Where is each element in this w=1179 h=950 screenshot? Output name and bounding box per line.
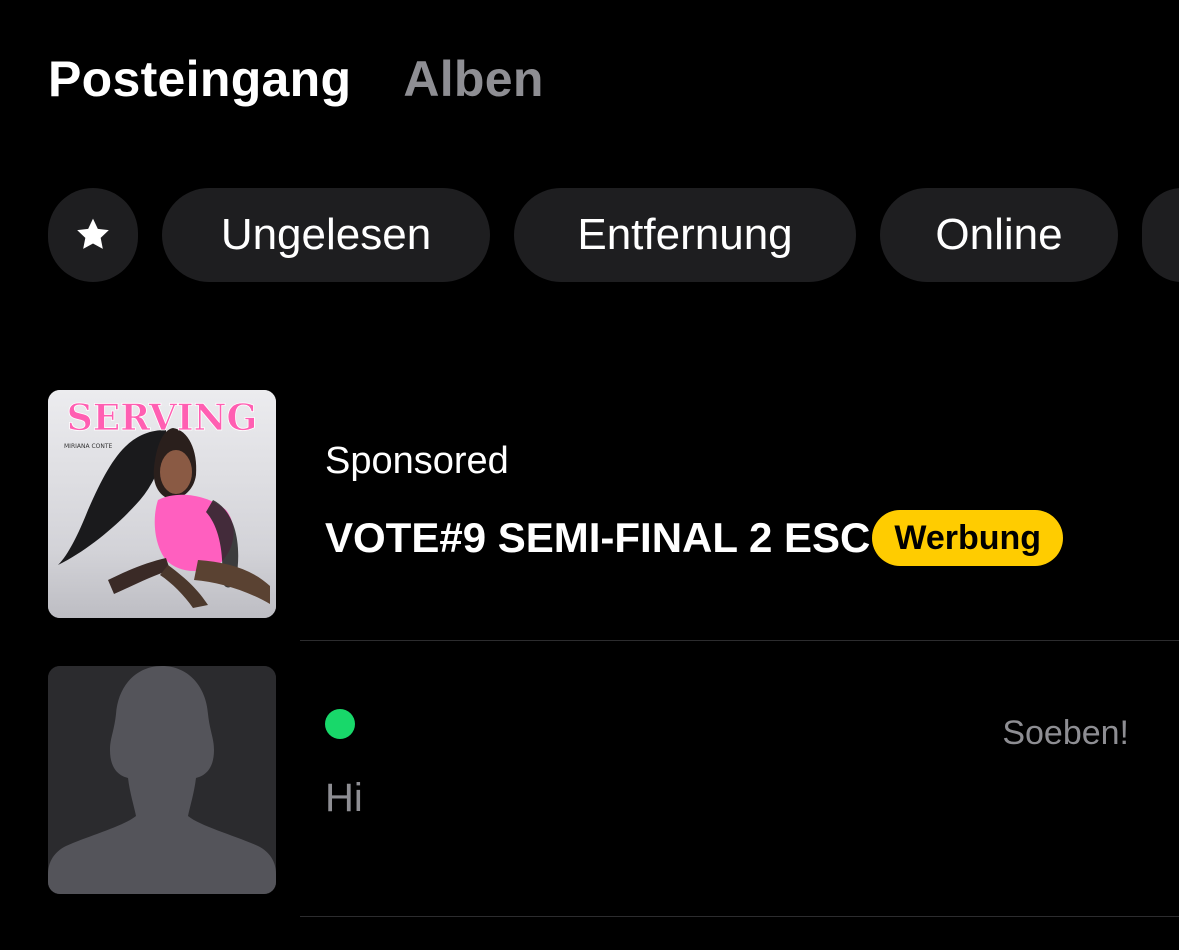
filter-chips: Ungelesen Entfernung Online — [48, 188, 1179, 282]
ad-title: VOTE#9 SEMI-FINAL 2 ESC — [325, 514, 871, 561]
filter-distance-chip[interactable]: Entfernung — [514, 188, 856, 282]
star-icon — [77, 218, 109, 249]
album-cover-image: SERVING MIRIANA CONTE — [48, 390, 276, 618]
tab-albums[interactable]: Alben — [403, 50, 543, 108]
default-avatar-icon — [48, 666, 276, 894]
ad-title-line: VOTE#9 SEMI-FINAL 2 ESC Werbung — [325, 510, 1064, 566]
sponsored-label: Sponsored — [325, 440, 509, 482]
message-timestamp: Soeben! — [1002, 714, 1129, 752]
filter-online-chip[interactable]: Online — [880, 188, 1118, 282]
favorites-filter-button[interactable] — [48, 188, 138, 282]
inbox-tabs: Posteingang Alben — [48, 44, 544, 114]
chat-conversation-row[interactable]: Soeben! Hi — [0, 666, 1179, 894]
message-preview: Hi — [325, 776, 363, 820]
tab-inbox[interactable]: Posteingang — [48, 50, 351, 108]
sponsored-conversation-row[interactable]: SERVING MIRIANA CONTE Sponsored VOTE#9 S… — [0, 390, 1179, 618]
ad-badge: Werbung — [872, 510, 1064, 566]
filter-more-chip[interactable] — [1142, 188, 1179, 282]
row-divider — [300, 916, 1179, 917]
album-artist-text: MIRIANA CONTE — [64, 443, 113, 450]
album-title-text: SERVING — [67, 397, 258, 439]
row-divider — [300, 640, 1179, 641]
filter-unread-chip[interactable]: Ungelesen — [162, 188, 490, 282]
online-status-dot — [325, 709, 355, 739]
